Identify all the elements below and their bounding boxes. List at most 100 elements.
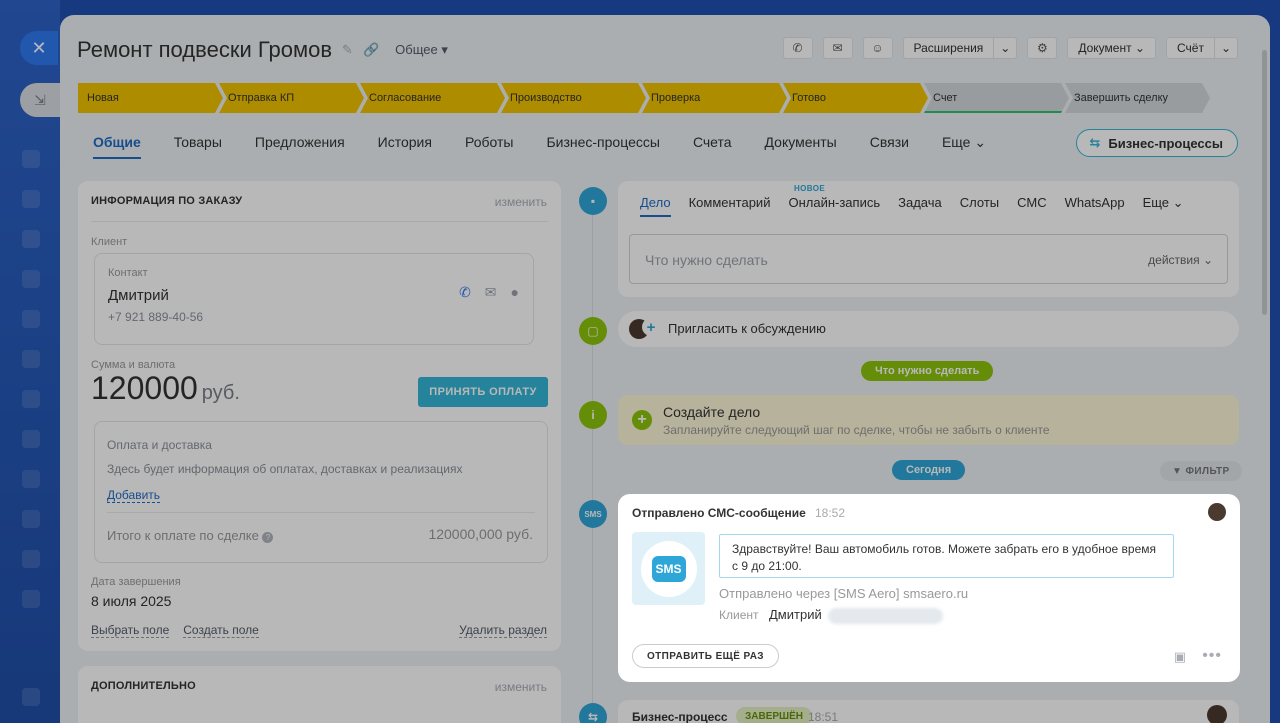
tab-history[interactable]: История [378, 134, 432, 159]
invite-discussion[interactable]: + Пригласить к обсуждению [618, 311, 1239, 347]
printer-icon[interactable] [22, 688, 40, 706]
create-activity-card[interactable]: + Создайте дело Запланируйте следующий ш… [618, 395, 1239, 445]
stage-proposal[interactable]: Отправка КП [219, 83, 364, 113]
business-process-event: Бизнес-процесс ЗАВЕРШЁН 18:51 [618, 700, 1239, 723]
tab-robots[interactable]: Роботы [465, 134, 513, 159]
sms-logo: SMS [632, 532, 705, 605]
activity-editor: НОВОЕ Дело Комментарий Онлайн-запись Зад… [618, 181, 1239, 297]
chat-bubble-icon: ▢ [579, 317, 607, 345]
tab-online-booking[interactable]: Онлайн-запись [788, 195, 880, 217]
tab-slots[interactable]: Слоты [960, 195, 999, 217]
help-icon[interactable]: ? [262, 532, 274, 543]
rail-item[interactable] [22, 390, 40, 408]
tab-comment[interactable]: Комментарий [689, 195, 771, 217]
info-icon: i [579, 401, 607, 429]
document-button[interactable]: Документ ⌄ [1067, 37, 1156, 59]
tab-task[interactable]: Задача [898, 195, 942, 217]
rail-item[interactable] [22, 190, 40, 208]
extensions-label[interactable]: Расширения [902, 37, 995, 59]
actions-dropdown[interactable]: действия ⌄ [1148, 253, 1213, 267]
chat-icon[interactable]: ● [511, 284, 519, 301]
business-process-button[interactable]: ⇆ Бизнес-процессы [1076, 129, 1238, 157]
gear-icon[interactable]: ⚙ [1027, 37, 1058, 59]
tab-more[interactable]: Еще ⌄ [942, 134, 986, 159]
sms-logo-circle: SMS [640, 540, 697, 597]
delete-section-link[interactable]: Удалить раздел [459, 623, 547, 638]
filter-button[interactable]: ▼ ФИЛЬТР [1160, 461, 1242, 481]
contact-phone[interactable]: +7 921 889-40-56 [108, 310, 203, 324]
sms-title: Отправлено СМС-сообщение [632, 506, 806, 520]
mail-icon[interactable]: ✉ [822, 37, 853, 59]
stage-approval[interactable]: Согласование [360, 83, 505, 113]
left-rail: ✕ ⇲ [0, 0, 60, 723]
rail-item[interactable] [22, 470, 40, 488]
tab-invoices[interactable]: Счета [693, 134, 732, 159]
tab-documents[interactable]: Документы [765, 134, 837, 159]
category-select[interactable]: Общее ▾ [395, 42, 448, 58]
payment-box: Оплата и доставка Здесь будет информация… [94, 421, 548, 563]
tab-links[interactable]: Связи [870, 134, 909, 159]
resend-button[interactable]: ОТПРАВИТЬ ЕЩЁ РАЗ [632, 644, 779, 668]
todo-title: Создайте дело [663, 404, 761, 420]
stage-production[interactable]: Производство [501, 83, 646, 113]
rail-item[interactable] [22, 350, 40, 368]
todo-pill: Что нужно сделать [861, 361, 994, 381]
pencil-icon[interactable]: ✎ [342, 42, 353, 58]
phone-icon[interactable]: ✆ [782, 37, 813, 59]
contact-name[interactable]: Дмитрий [108, 287, 169, 304]
add-payment-link[interactable]: Добавить [107, 488, 161, 503]
scrollbar[interactable] [1262, 50, 1267, 315]
minimize-icon[interactable]: ⇲ [20, 83, 60, 117]
stage-ready[interactable]: Готово [783, 83, 928, 113]
select-field-link[interactable]: Выбрать поле [91, 623, 170, 638]
sms-client-name[interactable]: Дмитрий [769, 607, 822, 622]
tab-general[interactable]: Общие [93, 134, 141, 159]
phone-icon[interactable]: ✆ [459, 284, 471, 301]
edit-link[interactable]: изменить [495, 195, 547, 209]
total-label: Итого к оплате по сделке ? [107, 528, 274, 543]
rail-item[interactable] [22, 150, 40, 168]
editor-tabs: Дело Комментарий Онлайн-запись Задача Сл… [640, 195, 1184, 217]
chat-icon[interactable]: ☺ [862, 37, 893, 59]
tab-business-processes[interactable]: Бизнес-процессы [546, 134, 659, 159]
rail-item[interactable] [22, 510, 40, 528]
tab-products[interactable]: Товары [174, 134, 222, 159]
rail-item[interactable] [22, 230, 40, 248]
rail-item[interactable] [22, 430, 40, 448]
total-value: 120000,000 руб. [428, 526, 533, 542]
rail-item[interactable] [22, 590, 40, 608]
rail-item[interactable] [22, 270, 40, 288]
invoice-label[interactable]: Счёт [1165, 37, 1215, 59]
plus-icon: + [642, 318, 660, 336]
invoice-button[interactable]: Счёт ⌄ [1165, 37, 1238, 59]
link-icon[interactable]: 🔗 [363, 42, 379, 58]
stage-new[interactable]: Новая [78, 83, 223, 113]
edit-link[interactable]: изменить [495, 680, 547, 694]
tab-whatsapp[interactable]: WhatsApp [1065, 195, 1125, 217]
accept-payment-button[interactable]: ПРИНЯТЬ ОПЛАТУ [418, 377, 548, 407]
todo-input[interactable]: Что нужно сделать действия ⌄ [629, 234, 1228, 284]
business-process-icon: ⇆ [579, 703, 607, 723]
stage-check[interactable]: Проверка [642, 83, 787, 113]
tab-sms[interactable]: СМС [1017, 195, 1046, 217]
mail-icon[interactable]: ✉ [485, 284, 497, 301]
rail-item[interactable] [22, 550, 40, 568]
chevron-down-icon[interactable]: ⌄ [1214, 37, 1238, 59]
tab-activity[interactable]: Дело [640, 195, 671, 217]
divider [91, 221, 548, 222]
create-field-link[interactable]: Создать поле [183, 623, 259, 638]
invite-text: Пригласить к обсуждению [668, 321, 826, 336]
plus-icon[interactable]: + [632, 410, 652, 430]
rail-item[interactable] [22, 310, 40, 328]
stage-finish[interactable]: Завершить сделку [1065, 83, 1210, 113]
more-icon[interactable]: ••• [1202, 647, 1222, 665]
date-label: Дата завершения [91, 576, 181, 588]
chevron-down-icon[interactable]: ⌄ [994, 37, 1018, 59]
tab-editor-more[interactable]: Еще ⌄ [1143, 195, 1184, 217]
tab-offers[interactable]: Предложения [255, 134, 345, 159]
extensions-button[interactable]: Расширения ⌄ [902, 37, 1018, 59]
close-icon[interactable]: ✕ [20, 31, 58, 65]
note-icon[interactable]: ▣ [1174, 649, 1186, 665]
sms-icon: SMS [579, 500, 607, 528]
stage-invoice[interactable]: Счет [924, 83, 1069, 113]
